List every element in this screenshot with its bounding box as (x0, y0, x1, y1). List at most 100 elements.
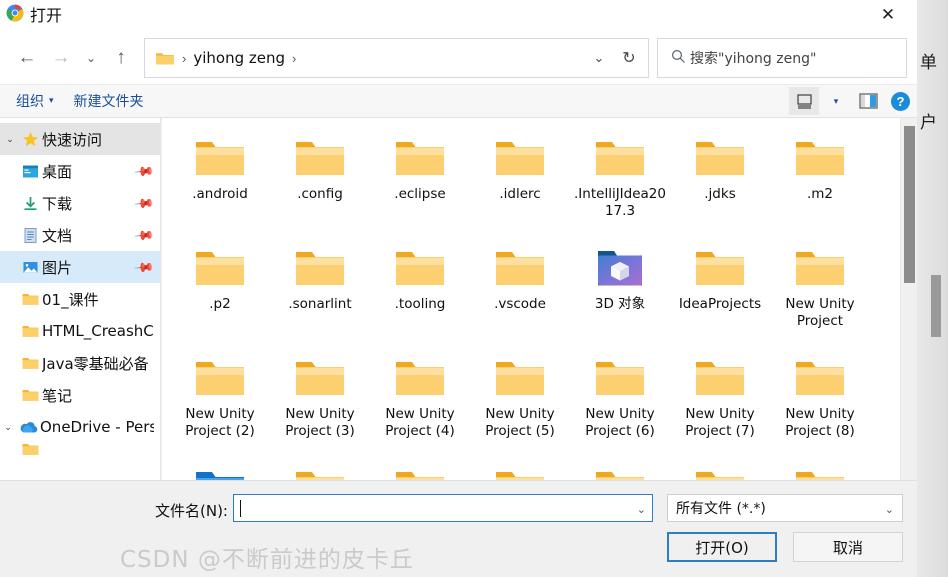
search-input[interactable]: 搜索"yihong zeng" (690, 48, 816, 68)
file-item[interactable]: IdeaProjects (670, 240, 770, 350)
sidebar-item-html-crashcourse[interactable]: HTML_CreashC (0, 315, 160, 347)
file-list-pane[interactable]: .android .config .eclipse .idlerc .IntelliJI… (161, 118, 917, 480)
view-layout-icon[interactable] (789, 87, 819, 115)
file-item[interactable]: .sonarlint (270, 240, 370, 350)
sidebar-item-onedrive[interactable]: ⌄ OneDrive - Perso (0, 411, 160, 443)
folder-icon (692, 244, 748, 292)
close-button[interactable]: ✕ (865, 0, 911, 30)
vertical-scrollbar[interactable] (900, 118, 917, 480)
file-item[interactable]: New Unity Project (5) (470, 350, 570, 460)
address-bar[interactable]: › yihong zeng › ⌄ ↻ (144, 38, 649, 78)
file-item[interactable] (570, 460, 670, 480)
chevron-down-icon[interactable]: ⌄ (2, 134, 18, 145)
file-item[interactable]: .m2 (770, 130, 870, 240)
file-item[interactable]: New Unity Project (2) (170, 350, 270, 460)
search-box[interactable]: 搜索"yihong zeng" (657, 38, 907, 78)
refresh-icon[interactable]: ↻ (614, 41, 644, 75)
filename-input[interactable]: ⌄ (233, 494, 653, 522)
file-item[interactable] (770, 460, 870, 480)
sidebar-item-desktop[interactable]: 桌面 📌 (0, 155, 160, 187)
pin-icon[interactable]: 📌 (133, 225, 155, 248)
file-item[interactable] (470, 460, 570, 480)
file-item-label: .idlerc (499, 186, 541, 202)
sidebar-item-java-basics[interactable]: Java零基础必备 (0, 347, 160, 379)
file-item[interactable]: .idlerc (470, 130, 570, 240)
file-item-label: New Unity Project (785, 296, 855, 329)
sidebar-item-downloads[interactable]: 下载 📌 (0, 187, 160, 219)
file-item[interactable]: 3D 对象 (570, 240, 670, 350)
breadcrumb-separator-1: › (182, 50, 187, 66)
pin-icon[interactable]: 📌 (133, 161, 155, 184)
file-item[interactable]: .vscode (470, 240, 570, 350)
chevron-down-icon[interactable]: ⌄ (584, 41, 614, 75)
back-button[interactable]: ← (10, 41, 44, 75)
sidebar-item-quick-access[interactable]: ⌄ 快速访问 (0, 123, 160, 155)
forward-button[interactable]: → (44, 41, 78, 75)
file-item[interactable]: New Unity Project (7) (670, 350, 770, 460)
file-item-label: .m2 (806, 186, 834, 202)
recent-locations-button[interactable]: ⌄ (78, 41, 104, 75)
pin-icon[interactable]: 📌 (133, 193, 155, 216)
folder-icon (18, 443, 42, 455)
cancel-button[interactable]: 取消 (793, 532, 903, 562)
file-item[interactable]: .jdks (670, 130, 770, 240)
downloads-icon (18, 195, 42, 212)
file-item[interactable]: New Unity Project (3) (270, 350, 370, 460)
scrollbar-thumb[interactable] (904, 126, 915, 283)
up-button[interactable]: ↑ (104, 41, 138, 75)
view-dropdown-button[interactable]: ▾ (821, 87, 851, 115)
sidebar-item-label: Java零基础必备 (42, 354, 149, 373)
file-item[interactable]: .tooling (370, 240, 470, 350)
new-folder-button[interactable]: 新建文件夹 (64, 88, 154, 114)
preview-pane-icon[interactable] (853, 87, 883, 115)
sidebar-item-01-courseware[interactable]: 01_课件 (0, 283, 160, 315)
sidebar-item-documents[interactable]: 文档 📌 (0, 219, 160, 251)
file-item-label: .vscode (494, 296, 546, 312)
sidebar-item-label: HTML_CreashC (42, 322, 154, 340)
folder-icon (592, 134, 648, 182)
filetype-select[interactable]: 所有文件 (*.*) ⌄ (667, 494, 903, 522)
sidebar-item-label: 下载 (42, 194, 73, 213)
file-item[interactable]: New Unity Project (770, 240, 870, 350)
title-bar: 打开 ✕ (0, 0, 917, 32)
sidebar-item-partial[interactable] (0, 443, 160, 455)
file-item[interactable]: .eclipse (370, 130, 470, 240)
file-item[interactable]: New Unity Project (4) (370, 350, 470, 460)
blue-folder-icon (192, 464, 248, 480)
chevron-down-icon[interactable]: ⌄ (637, 503, 646, 516)
file-item-label: .tooling (394, 296, 446, 312)
background-window: 单 户 (916, 0, 948, 577)
file-item-label: IdeaProjects (678, 296, 762, 312)
file-item[interactable] (270, 460, 370, 480)
open-button[interactable]: 打开(O) (667, 532, 777, 562)
dialog-body: ⌄ 快速访问 桌面 📌 下载 📌 文档 📌 图片 📌 01_课件 HTML_Cr… (0, 118, 917, 480)
folder-icon (392, 464, 448, 480)
file-item[interactable]: New Unity Project (8) (770, 350, 870, 460)
sidebar-item-pictures[interactable]: 图片 📌 (0, 251, 160, 283)
file-item-label: New Unity Project (6) (585, 406, 655, 439)
breadcrumb-current-folder[interactable]: yihong zeng (193, 49, 285, 67)
file-item-label: New Unity Project (3) (285, 406, 355, 439)
chevron-down-icon[interactable]: ⌄ (0, 422, 16, 433)
file-item-label: New Unity Project (2) (185, 406, 255, 439)
file-item-label: New Unity Project (8) (785, 406, 855, 439)
file-item[interactable]: .p2 (170, 240, 270, 350)
organize-button[interactable]: 组织 ▾ (6, 88, 64, 114)
sidebar-item-notes[interactable]: 笔记 (0, 379, 160, 411)
help-icon[interactable]: ? (885, 87, 915, 115)
navigation-sidebar: ⌄ 快速访问 桌面 📌 下载 📌 文档 📌 图片 📌 01_课件 HTML_Cr… (0, 118, 160, 480)
file-item[interactable] (170, 460, 270, 480)
file-item-label: New Unity Project (4) (385, 406, 455, 439)
pin-icon[interactable]: 📌 (133, 257, 155, 280)
file-item[interactable]: New Unity Project (6) (570, 350, 670, 460)
file-item[interactable]: .IntelliJIdea2017.3 (570, 130, 670, 240)
breadcrumb-separator-2[interactable]: › (285, 51, 303, 66)
file-item[interactable]: .android (170, 130, 270, 240)
file-item-label: .IntelliJIdea2017.3 (574, 186, 666, 219)
file-item-label: .config (297, 186, 343, 202)
file-item[interactable]: .config (270, 130, 370, 240)
file-item-label: New Unity Project (7) (685, 406, 755, 439)
file-item[interactable] (370, 460, 470, 480)
file-item[interactable] (670, 460, 770, 480)
folder-icon (292, 134, 348, 182)
